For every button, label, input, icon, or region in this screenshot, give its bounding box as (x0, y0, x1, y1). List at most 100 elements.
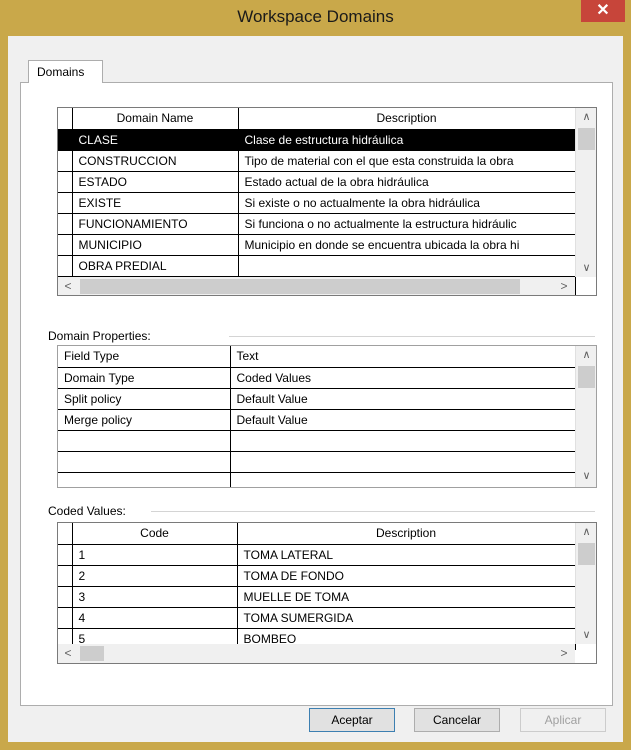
property-row[interactable] (58, 451, 578, 473)
code-cell[interactable]: 1 (72, 544, 238, 566)
table-row[interactable]: 1 TOMA LATERAL (58, 544, 576, 566)
scroll-up-arrow[interactable]: ∧ (576, 108, 596, 126)
table-row[interactable]: 4 TOMA SUMERGIDA (58, 607, 576, 629)
table-row[interactable]: CLASE Clase de estructura hidráulica (58, 129, 576, 151)
table-row[interactable]: 3 MUELLE DE TOMA (58, 586, 576, 608)
column-header-description[interactable]: Description (237, 523, 576, 545)
coded-values-table: Code Description 1 TOMA LATERAL 2 TOMA DE F… (58, 523, 576, 650)
domain-description-cell[interactable]: Tipo de material con el que esta constru… (238, 150, 576, 172)
property-value-cell[interactable]: Default Value (230, 388, 578, 410)
row-selector[interactable] (58, 171, 73, 193)
scroll-thumb[interactable] (80, 279, 520, 294)
code-cell[interactable]: 2 (72, 565, 238, 587)
title-bar[interactable]: Workspace Domains ✕ (0, 0, 631, 36)
domain-name-cell[interactable]: FUNCIONAMIENTO (72, 213, 239, 235)
table-row[interactable]: OBRA PREDIAL (58, 255, 576, 277)
row-selector[interactable] (58, 213, 73, 235)
column-header-domain-name[interactable]: Domain Name (72, 108, 239, 130)
row-selector[interactable] (58, 150, 73, 172)
properties-vertical-scrollbar[interactable]: ∧ ∨ (575, 346, 596, 487)
table-row[interactable]: CONSTRUCCION Tipo de material con el que … (58, 150, 576, 172)
coded-values-vertical-scrollbar[interactable]: ∧ ∨ (575, 523, 596, 644)
domain-description-cell[interactable]: Municipio en donde se encuentra ubicada … (238, 234, 576, 256)
row-selector[interactable] (58, 544, 73, 566)
scroll-left-arrow[interactable]: < (58, 277, 78, 295)
domain-name-cell[interactable]: CONSTRUCCION (72, 150, 239, 172)
scroll-down-arrow[interactable]: ∨ (576, 467, 596, 485)
row-selector[interactable] (58, 565, 73, 587)
domain-name-cell[interactable]: ESTADO (72, 171, 239, 193)
row-selector[interactable] (58, 255, 73, 277)
domains-table: Domain Name Description CLASE Clase de es… (58, 108, 576, 295)
property-row[interactable] (58, 472, 578, 487)
scroll-left-arrow[interactable]: < (58, 644, 78, 663)
row-selector[interactable] (58, 586, 73, 608)
property-value-cell[interactable]: Text (230, 346, 578, 368)
property-row[interactable]: Field Type Text (58, 346, 578, 368)
scroll-up-arrow[interactable]: ∧ (576, 523, 596, 541)
domain-description-cell[interactable]: Si funciona o no actualmente la estructu… (238, 213, 576, 235)
domain-description-cell[interactable]: Clase de estructura hidráulica (238, 129, 576, 151)
cancel-button[interactable]: Cancelar (414, 708, 500, 732)
row-selector[interactable] (58, 129, 73, 151)
scroll-thumb[interactable] (578, 366, 595, 388)
property-row[interactable] (58, 430, 578, 452)
scroll-down-arrow[interactable]: ∨ (576, 626, 596, 644)
code-description-cell[interactable]: TOMA SUMERGIDA (237, 607, 576, 629)
domain-description-cell[interactable]: Estado actual de la obra hidráulica (238, 171, 576, 193)
domain-name-cell[interactable]: CLASE (72, 129, 239, 151)
row-selector[interactable] (58, 607, 73, 629)
table-row[interactable]: MUNICIPIO Municipio en donde se encuentra… (58, 234, 576, 256)
scroll-right-arrow[interactable]: > (554, 644, 574, 663)
tab-domains[interactable]: Domains (28, 60, 103, 83)
property-row[interactable]: Merge policy Default Value (58, 409, 578, 431)
table-row[interactable]: EXISTE Si existe o no actualmente la obra… (58, 192, 576, 214)
code-cell[interactable]: 4 (72, 607, 238, 629)
property-name-cell: Domain Type (58, 367, 231, 389)
property-value-cell[interactable] (230, 451, 578, 473)
domain-properties-table: Field Type Text Domain Type Coded Values Spl… (58, 346, 578, 487)
property-row[interactable]: Domain Type Coded Values (58, 367, 578, 389)
workspace-domains-dialog: Workspace Domains ✕ Domains Domain Name … (0, 0, 631, 750)
column-header-code[interactable]: Code (72, 523, 238, 545)
column-header-description[interactable]: Description (238, 108, 576, 130)
domain-description-cell[interactable]: Si existe o no actualmente la obra hidrá… (238, 192, 576, 214)
code-description-cell[interactable]: MUELLE DE TOMA (237, 586, 576, 608)
divider (229, 336, 595, 337)
property-value-cell[interactable]: Default Value (230, 409, 578, 431)
coded-values-label: Coded Values: (48, 504, 126, 518)
row-selector[interactable] (58, 192, 73, 214)
row-selector[interactable] (58, 234, 73, 256)
code-description-cell[interactable]: TOMA LATERAL (237, 544, 576, 566)
scroll-right-arrow[interactable]: > (554, 277, 574, 295)
table-row[interactable]: ESTADO Estado actual de la obra hidráulic… (58, 171, 576, 193)
property-value-cell[interactable]: Coded Values (230, 367, 578, 389)
domain-properties-grid[interactable]: Field Type Text Domain Type Coded Values Spl… (57, 345, 597, 488)
dialog-client-area: Domains Domain Name Description CLASE Cla… (8, 36, 623, 742)
code-description-cell[interactable]: TOMA DE FONDO (237, 565, 576, 587)
ok-button[interactable]: Aceptar (309, 708, 395, 732)
code-cell[interactable]: 3 (72, 586, 238, 608)
coded-values-horizontal-scrollbar[interactable]: < > (58, 644, 575, 663)
domain-name-cell[interactable]: EXISTE (72, 192, 239, 214)
close-button[interactable]: ✕ (581, 0, 625, 22)
domains-grid[interactable]: Domain Name Description CLASE Clase de es… (57, 107, 597, 296)
property-value-cell[interactable] (230, 472, 578, 487)
scroll-up-arrow[interactable]: ∧ (576, 346, 596, 364)
domains-vertical-scrollbar[interactable]: ∧ ∨ (575, 108, 596, 277)
domain-description-cell[interactable] (238, 255, 576, 277)
table-row[interactable]: 2 TOMA DE FONDO (58, 565, 576, 587)
scroll-thumb[interactable] (578, 543, 595, 565)
property-name-cell: Field Type (58, 346, 231, 368)
apply-button[interactable]: Aplicar (520, 708, 606, 732)
table-row[interactable]: FUNCIONAMIENTO Si funciona o no actualmen… (58, 213, 576, 235)
property-value-cell[interactable] (230, 430, 578, 452)
scroll-down-arrow[interactable]: ∨ (576, 259, 596, 277)
domain-name-cell[interactable]: OBRA PREDIAL (72, 255, 239, 277)
domain-name-cell[interactable]: MUNICIPIO (72, 234, 239, 256)
coded-values-grid[interactable]: Code Description 1 TOMA LATERAL 2 TOMA DE F… (57, 522, 597, 664)
scroll-thumb[interactable] (578, 128, 595, 150)
scroll-thumb[interactable] (80, 646, 104, 661)
property-row[interactable]: Split policy Default Value (58, 388, 578, 410)
domains-horizontal-scrollbar[interactable]: < > (58, 277, 575, 295)
